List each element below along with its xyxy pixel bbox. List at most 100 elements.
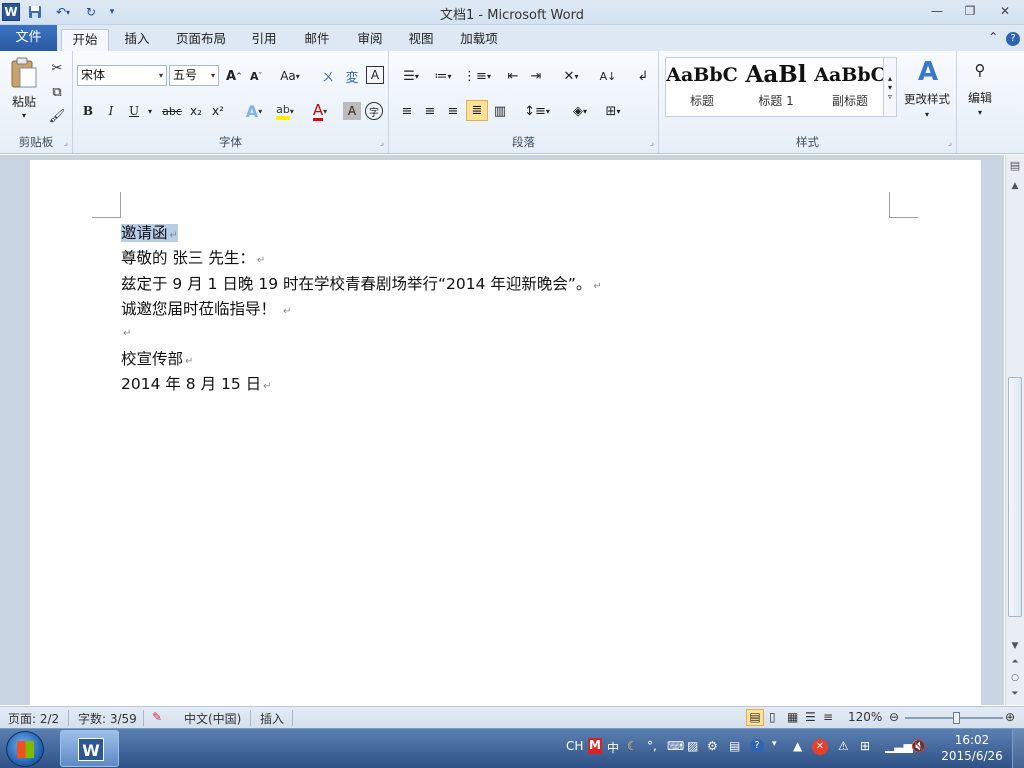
shading-icon[interactable]: ◈ ▾	[565, 101, 595, 121]
tab-addins[interactable]: 加载项	[455, 29, 503, 51]
numbering-icon[interactable]: ≔ ▾	[429, 66, 457, 86]
multilevel-list-icon[interactable]: ⋮≡ ▾	[463, 66, 491, 86]
font-name-combo[interactable]: 宋体 ▾	[77, 65, 167, 86]
zoom-slider-thumb[interactable]	[953, 712, 960, 724]
zoom-level[interactable]: 120%	[848, 710, 882, 724]
bullets-icon[interactable]: ☰ ▾	[397, 66, 425, 86]
language-indicator[interactable]: 中文(中国)	[184, 710, 241, 727]
print-layout-icon[interactable]: ▤	[746, 709, 764, 726]
char-border-icon[interactable]: A	[366, 66, 384, 84]
align-left-icon[interactable]: ≡	[397, 101, 417, 121]
tab-mailings[interactable]: 邮件	[297, 29, 337, 51]
superscript-button[interactable]: x²	[208, 101, 228, 121]
grow-font-button[interactable]: A ^	[224, 66, 244, 86]
zoom-in-icon[interactable]: ⊕	[1005, 710, 1015, 724]
network-warning-icon[interactable]: ⚠	[838, 739, 849, 753]
taskbar-word-button[interactable]: W	[60, 730, 119, 767]
style-title[interactable]: AaBbC 标题	[666, 58, 738, 113]
outline-icon[interactable]: ☰	[805, 710, 816, 724]
proofing-icon[interactable]: ✎	[152, 710, 162, 724]
select-browse-object-icon[interactable]: ○	[1006, 673, 1024, 683]
full-screen-reading-icon[interactable]: ▯	[769, 710, 776, 724]
clipboard-tray-icon[interactable]: ▤	[729, 739, 740, 753]
editing-button[interactable]: 编辑	[959, 89, 1001, 105]
doc-line-3[interactable]: 兹定于 9 月 1 日晚 19 时在学校青春剧场举行“2014 年迎新晚会”。 ↵	[121, 272, 602, 294]
doc-line-7[interactable]: 2014 年 8 月 15 日 ↵	[121, 372, 272, 394]
word-count[interactable]: 字数: 3/59	[78, 710, 137, 727]
distributed-icon[interactable]: ▥	[490, 101, 510, 121]
increase-indent-icon[interactable]: ⇥	[526, 66, 546, 86]
align-center-icon[interactable]: ≡	[420, 101, 440, 121]
change-styles-button[interactable]: 更改样式	[899, 91, 955, 107]
ruler-toggle-icon[interactable]: ▤	[1006, 159, 1024, 172]
moon-icon[interactable]: ☾	[627, 739, 638, 753]
punctuation-icon[interactable]: °,	[647, 739, 657, 753]
paste-icon[interactable]	[6, 55, 42, 91]
ime-help-icon[interactable]: ?	[750, 739, 764, 753]
highlight-icon[interactable]: ab ▾	[271, 100, 299, 122]
style-subtitle[interactable]: AaBbC 副标题	[814, 58, 886, 113]
scroll-up-icon[interactable]: ▲	[1006, 181, 1024, 191]
char-shading-button[interactable]: A	[343, 102, 361, 120]
show-desktop-button[interactable]	[1012, 729, 1024, 768]
tab-references[interactable]: 引用	[246, 29, 282, 51]
insert-mode-indicator[interactable]: 插入	[260, 710, 284, 727]
clock[interactable]: 16:02 2015/6/26	[940, 732, 1004, 764]
tab-view[interactable]: 视图	[401, 29, 441, 51]
scroll-thumb[interactable]	[1008, 377, 1022, 617]
ime-chinese-icon[interactable]: 中	[607, 739, 619, 756]
style-heading1[interactable]: AaBl 标题 1	[740, 58, 812, 113]
zoom-out-icon[interactable]: ⊖	[889, 710, 899, 724]
doc-line-4[interactable]: 诚邀您届时莅临指导！ ↵	[121, 297, 291, 319]
binoculars-icon[interactable]: ⚲	[965, 57, 995, 83]
sort-icon[interactable]: A↓	[598, 66, 618, 86]
bold-button[interactable]: B	[77, 101, 99, 121]
change-styles-dropdown-icon[interactable]: ▾	[921, 109, 933, 119]
show-marks-icon[interactable]: ↲	[633, 66, 653, 86]
draft-icon[interactable]: ≡	[823, 710, 833, 724]
web-layout-icon[interactable]: ▦	[787, 710, 798, 724]
cut-icon[interactable]: ✂	[48, 59, 66, 77]
change-case-button[interactable]: Aa ▾	[276, 66, 304, 86]
paste-button[interactable]: 粘贴	[4, 93, 44, 109]
windows-flag-icon[interactable]: ⊞	[860, 739, 870, 753]
show-hidden-icons-icon[interactable]: ▲	[793, 739, 802, 753]
tools-icon[interactable]: ⚙	[707, 739, 718, 753]
scroll-down-icon[interactable]: ▼	[1006, 641, 1024, 651]
close-button[interactable]: ✕	[990, 2, 1020, 20]
ime-m-icon[interactable]: M	[588, 738, 602, 754]
help-icon[interactable]: ?	[1006, 32, 1020, 46]
justify-icon[interactable]: ≣	[466, 100, 488, 121]
signal-icon[interactable]: ▁▃▅	[885, 739, 913, 753]
doc-line-5[interactable]: ↵	[121, 322, 131, 340]
font-color-icon[interactable]: A ▾	[306, 100, 334, 122]
vertical-scrollbar[interactable]: ▤ ▲ ▼ ⏶ ○ ⏷	[1005, 155, 1024, 705]
ime-indicator[interactable]: CH	[566, 739, 583, 753]
underline-dropdown-icon[interactable]: ▾	[145, 101, 155, 121]
clipboard-launcher-icon[interactable]: ⌟	[64, 138, 68, 148]
editing-dropdown-icon[interactable]: ▾	[974, 107, 986, 117]
page-indicator[interactable]: 页面: 2/2	[8, 710, 59, 727]
tab-page-layout[interactable]: 页面布局	[171, 29, 231, 51]
change-styles-icon[interactable]: A	[903, 57, 953, 87]
keyboard-icon[interactable]: ⌨	[667, 739, 684, 753]
styles-launcher-icon[interactable]: ⌟	[948, 138, 952, 148]
ime-options-icon[interactable]: ▾	[772, 739, 777, 749]
format-painter-icon[interactable]: 🖌	[48, 107, 66, 125]
enclose-char-icon[interactable]: 字	[365, 102, 383, 120]
paste-dropdown-icon[interactable]: ▾	[18, 109, 30, 121]
minimize-button[interactable]: —	[922, 2, 952, 20]
tab-insert[interactable]: 插入	[117, 29, 157, 51]
pinyin-guide-icon[interactable]: ㄨ	[318, 66, 338, 86]
doc-line-6[interactable]: 校宣传部 ↵	[121, 347, 193, 369]
chinese-layout-icon[interactable]: ✕ ▾	[557, 66, 585, 86]
align-right-icon[interactable]: ≡	[443, 101, 463, 121]
borders-icon[interactable]: ⊞ ▾	[598, 101, 628, 121]
subscript-button[interactable]: x₂	[186, 101, 206, 121]
font-size-combo[interactable]: 五号 ▾	[169, 65, 219, 86]
tab-home[interactable]: 开始	[61, 29, 109, 51]
copy-icon[interactable]: ⧉	[48, 83, 66, 101]
strikethrough-button[interactable]: abc	[159, 101, 185, 121]
doc-line-1[interactable]: 邀请函 ↵	[121, 221, 178, 243]
font-launcher-icon[interactable]: ⌟	[380, 138, 384, 148]
